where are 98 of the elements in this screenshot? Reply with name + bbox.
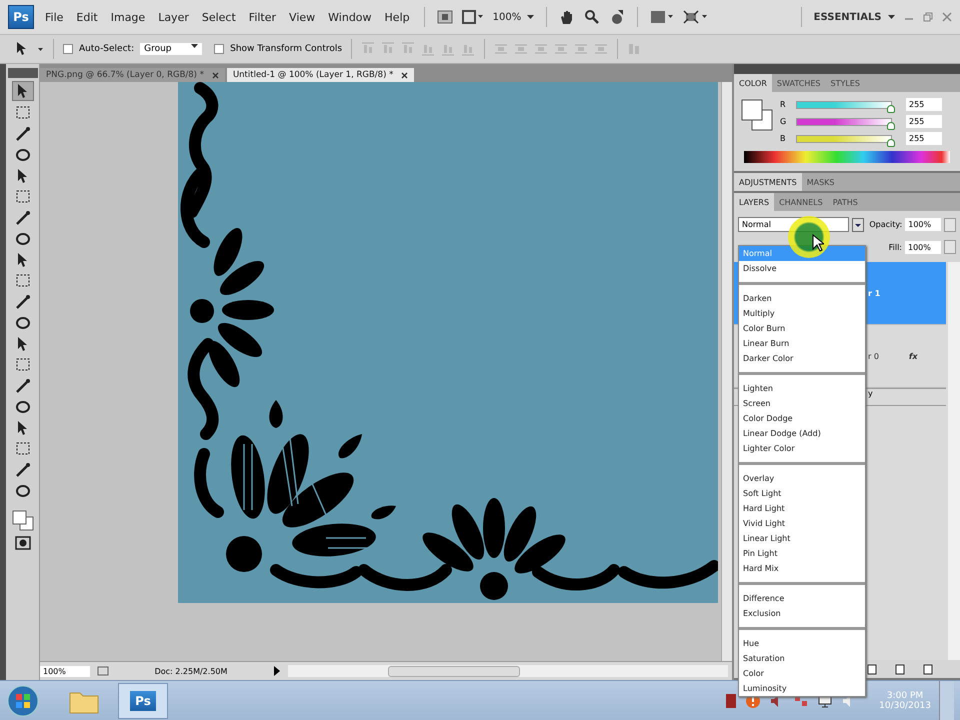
layer-name: r 0: [868, 352, 879, 360]
menu-item[interactable]: Dissolve: [739, 261, 865, 276]
workspace-switcher[interactable]: ESSENTIALS: [814, 12, 895, 22]
menu-item[interactable]: Luminosity: [739, 681, 865, 696]
menu-item[interactable]: Saturation: [739, 651, 865, 666]
menu-item[interactable]: Linear Burn: [739, 336, 865, 351]
status-menu-arrow-icon[interactable]: [272, 665, 282, 677]
menu-item[interactable]: Image: [108, 10, 148, 24]
menu-item[interactable]: Select: [200, 10, 238, 24]
auto-select-label: Auto-Select:: [79, 44, 134, 54]
vertical-scrollbar[interactable]: [721, 82, 732, 661]
tray-app-icon[interactable]: [725, 692, 738, 708]
caret-icon: [191, 44, 198, 49]
auto-select-dropdown[interactable]: Group: [140, 43, 202, 55]
fill-field[interactable]: 100%: [905, 240, 941, 254]
channel-label: G: [780, 117, 788, 126]
new-layer-icon[interactable]: [894, 663, 906, 675]
menu-item[interactable]: File: [43, 10, 66, 24]
menu-item[interactable]: Exclusion: [739, 606, 865, 621]
channel-label: R: [780, 100, 787, 109]
caret-icon: [527, 14, 534, 20]
close-icon[interactable]: [212, 72, 219, 78]
restore-icon[interactable]: [923, 12, 933, 22]
zoom-icon[interactable]: [584, 9, 600, 25]
caret-icon: [888, 14, 895, 20]
menu-item[interactable]: Vivid Light: [739, 516, 865, 531]
slider-thumb[interactable]: [887, 104, 895, 112]
channel-value-field[interactable]: 255: [906, 132, 942, 145]
opacity-label: Opacity:: [869, 220, 902, 229]
menu-item[interactable]: Screen: [739, 396, 865, 411]
menu-item[interactable]: Hue: [739, 636, 865, 651]
taskbar-app-button[interactable]: Ps: [118, 682, 168, 718]
menu-item[interactable]: View: [287, 10, 318, 24]
document-tab[interactable]: PNG.png @ 66.7% (Layer 0, RGB/8) *: [40, 68, 225, 82]
layer-name: y: [868, 389, 873, 398]
menu-item[interactable]: Darker Color: [739, 351, 865, 366]
panel-tab[interactable]: COLOR: [734, 74, 772, 92]
scrollbar-thumb[interactable]: [388, 666, 520, 676]
layer-name: r 1: [868, 288, 880, 298]
foreground-background-swatch-icon[interactable]: [740, 98, 774, 132]
panel-tab[interactable]: ADJUSTMENTS: [734, 173, 802, 191]
slider-thumb[interactable]: [887, 138, 895, 146]
menu-item[interactable]: Difference: [739, 591, 865, 606]
panel-tab[interactable]: STYLES: [825, 74, 865, 92]
channel-value-field[interactable]: 255: [906, 98, 942, 111]
opacity-field[interactable]: 100%: [905, 218, 942, 231]
menu-item[interactable]: Lighten: [739, 381, 865, 396]
document-size-info: Doc: 2.25M/2.50M: [154, 666, 228, 676]
color-swatches-icon[interactable]: [10, 509, 34, 531]
trash-icon[interactable]: [922, 663, 934, 675]
dropdown-arrow-icon[interactable]: [852, 218, 864, 232]
effects-indicator[interactable]: fx: [908, 352, 918, 360]
menu-item[interactable]: Color Burn: [739, 321, 865, 336]
channel-label: B: [780, 134, 786, 143]
menu-item[interactable]: Layer: [156, 10, 191, 24]
auto-select-checkbox[interactable]: [63, 44, 73, 54]
panel-tab[interactable]: LAYERS: [734, 193, 774, 211]
menu-item[interactable]: Darken: [739, 291, 865, 306]
panel-tab[interactable]: MASKS: [802, 173, 840, 191]
menu-item[interactable]: Window: [326, 10, 374, 24]
show-transform-checkbox[interactable]: [214, 44, 224, 54]
move-tool-icon[interactable]: [14, 41, 44, 57]
menu-item[interactable]: Color: [739, 666, 865, 681]
menu-item[interactable]: Overlay: [739, 471, 865, 486]
panel-grip[interactable]: [8, 68, 38, 78]
status-icon[interactable]: [96, 665, 110, 677]
menu-item[interactable]: Soft Light: [739, 486, 865, 501]
start-button-icon[interactable]: [6, 684, 40, 718]
show-transform-label: Show Transform Controls: [230, 44, 342, 54]
menu-item[interactable]: Linear Light: [739, 531, 865, 546]
tool-icon[interactable]: [12, 81, 34, 101]
zoom-level-dropdown[interactable]: 100%: [492, 12, 534, 22]
view-extras-icon[interactable]: [462, 10, 484, 24]
layers-scrollbar[interactable]: [948, 262, 960, 660]
menu-item[interactable]: Pin Light: [739, 546, 865, 561]
menu-item[interactable]: Linear Dodge (Add): [739, 426, 865, 441]
app-logo: Ps: [8, 5, 34, 29]
panel-tab[interactable]: SWATCHES: [772, 74, 826, 92]
channel-value-field[interactable]: 255: [906, 115, 942, 128]
menu-item[interactable]: Multiply: [739, 306, 865, 321]
fill-label: Fill:: [888, 242, 902, 252]
new-layer-icon[interactable]: [866, 663, 878, 675]
document-tab[interactable]: Untitled-1 @ 100% (Layer 1, RGB/8) *: [226, 68, 414, 82]
close-icon[interactable]: [401, 72, 408, 78]
menu-item[interactable]: Edit: [74, 10, 100, 24]
quick-mask-icon[interactable]: [12, 534, 32, 552]
menu-item[interactable]: Color Dodge: [739, 411, 865, 426]
slider-thumb[interactable]: [887, 122, 895, 130]
menu-item[interactable]: Hard Light: [739, 501, 865, 516]
menu-item[interactable]: Hard Mix: [739, 561, 865, 576]
zoom-field[interactable]: 100%: [40, 666, 90, 676]
color-spectrum-ramp[interactable]: [744, 151, 950, 163]
menu-item[interactable]: Filter: [246, 10, 278, 24]
app-logo: Ps: [130, 690, 156, 710]
menu-item[interactable]: Help: [382, 10, 412, 24]
panel-tab[interactable]: PATHS: [828, 193, 863, 211]
panel-tab[interactable]: CHANNELS: [774, 193, 828, 211]
menu-item[interactable]: Lighter Color: [739, 441, 865, 456]
